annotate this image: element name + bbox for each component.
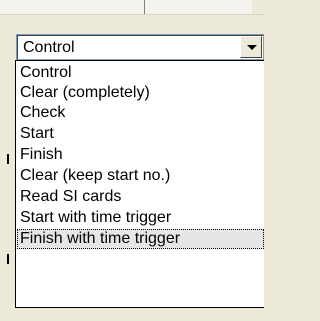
dropdown-item-check[interactable]: Check: [17, 103, 264, 123]
window-top-right: [252, 0, 264, 14]
dropdown-item-control[interactable]: Control: [17, 63, 264, 83]
dropdown-item-clear-keep-start-no[interactable]: Clear (keep start no.): [17, 166, 264, 186]
combobox-value: Control: [23, 39, 75, 56]
divider: [144, 0, 145, 14]
chevron-down-icon: [247, 45, 257, 50]
dropdown-item-start[interactable]: Start: [17, 124, 264, 144]
dropdown-item-read-si-cards[interactable]: Read SI cards: [17, 187, 264, 207]
window-top-edge: [0, 0, 264, 15]
background-mark: [7, 154, 9, 164]
dropdown-item-finish[interactable]: Finish: [17, 145, 264, 165]
dropdown-item-finish-with-time-trigger[interactable]: Finish with time trigger: [17, 229, 264, 249]
background-mark: [7, 254, 9, 264]
mode-combobox[interactable]: Control: [16, 34, 264, 60]
mode-dropdown-list[interactable]: Control Clear (completely) Check Start F…: [15, 60, 264, 308]
dropdown-item-clear-completely[interactable]: Clear (completely): [17, 83, 264, 103]
dropdown-item-start-with-time-trigger[interactable]: Start with time trigger: [17, 208, 264, 228]
dropdown-arrow-button[interactable]: [240, 36, 262, 58]
